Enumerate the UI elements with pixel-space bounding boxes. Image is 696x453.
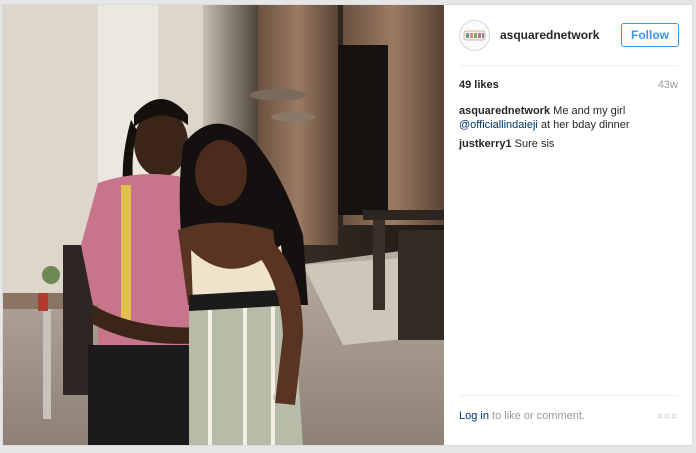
comment-text-tail: at her bday dinner bbox=[540, 119, 630, 131]
comment-text: Sure sis bbox=[514, 138, 555, 150]
comment-username[interactable]: asquarednetwork bbox=[459, 105, 550, 117]
comment-username[interactable]: justkerry1 bbox=[459, 138, 512, 150]
header-divider bbox=[459, 65, 678, 66]
more-options-icon[interactable]: ○○○ bbox=[657, 411, 678, 422]
login-link[interactable]: Log in bbox=[459, 410, 489, 422]
follow-button[interactable]: Follow bbox=[621, 23, 679, 47]
comment-item: justkerry1 Sure sis bbox=[459, 137, 678, 151]
likes-count[interactable]: 49 likes bbox=[459, 79, 499, 91]
photo-illustration bbox=[3, 5, 444, 445]
login-prompt-suffix: to like or comment. bbox=[492, 410, 585, 422]
comment-item: asquarednetwork Me and my girl @official… bbox=[459, 104, 678, 132]
comments-list: asquarednetwork Me and my girl @official… bbox=[459, 104, 678, 156]
avatar[interactable] bbox=[459, 19, 490, 51]
post-footer: Log in to like or comment. ○○○ bbox=[459, 410, 678, 422]
comment-mention[interactable]: @officiallindaieji bbox=[459, 119, 538, 131]
post-stats: 49 likes 43w bbox=[459, 79, 678, 91]
post-header: asquarednetwork Follow bbox=[444, 5, 692, 65]
post-sidebar: asquarednetwork Follow 49 likes 43w asqu… bbox=[444, 5, 692, 445]
brand-logo-icon bbox=[463, 30, 486, 40]
login-prompt: Log in to like or comment. bbox=[459, 410, 585, 422]
post-photo[interactable] bbox=[3, 5, 444, 445]
footer-divider bbox=[459, 395, 678, 396]
post-age[interactable]: 43w bbox=[658, 79, 678, 91]
post-username[interactable]: asquarednetwork bbox=[500, 28, 621, 42]
instagram-post: asquarednetwork Follow 49 likes 43w asqu… bbox=[2, 4, 693, 446]
comment-text: Me and my girl bbox=[553, 105, 626, 117]
